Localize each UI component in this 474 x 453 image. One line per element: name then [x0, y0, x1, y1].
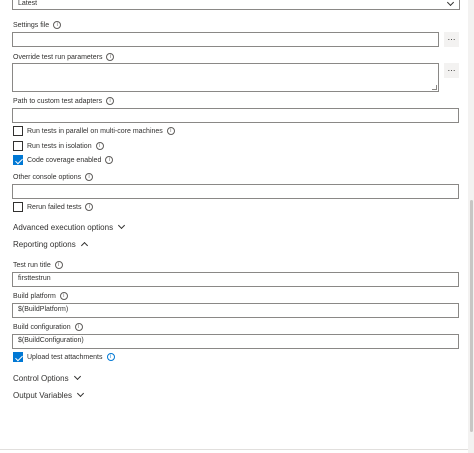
- rerun-checkbox[interactable]: [13, 202, 23, 212]
- build-platform-input[interactable]: $(BuildPlatform): [12, 303, 459, 318]
- upload-attachments-checkbox[interactable]: [13, 352, 23, 362]
- chevron-down-icon: [118, 222, 126, 230]
- isolation-checkbox[interactable]: [13, 141, 23, 151]
- info-icon[interactable]: i: [59, 292, 68, 301]
- custom-adapters-label: Path to custom test adapters i: [13, 97, 115, 106]
- rerun-label: Rerun failed tests i: [27, 203, 94, 212]
- info-icon[interactable]: i: [85, 173, 94, 182]
- chevron-down-icon: [76, 390, 85, 398]
- build-platform-label: Build platform i: [13, 292, 68, 301]
- console-options-label: Other console options i: [13, 173, 94, 182]
- resize-grip-icon[interactable]: [432, 85, 437, 90]
- reporting-options-toggle[interactable]: Reporting options: [13, 240, 88, 250]
- browse-label: …: [447, 64, 456, 73]
- parallel-checkbox[interactable]: [13, 126, 23, 136]
- custom-adapters-input[interactable]: [12, 108, 459, 123]
- isolation-label: Run tests in isolation i: [27, 142, 104, 151]
- isolation-label-text: Run tests in isolation: [27, 143, 92, 150]
- build-platform-value: $(BuildPlatform): [18, 306, 69, 313]
- override-params-label-text: Override test run parameters: [13, 54, 103, 61]
- override-params-label: Override test run parameters i: [13, 53, 115, 62]
- info-icon[interactable]: i: [106, 97, 115, 106]
- chevron-down-icon: [446, 0, 455, 7]
- rerun-label-text: Rerun failed tests: [27, 204, 82, 211]
- version-select[interactable]: Latest: [12, 0, 460, 10]
- settings-file-label-text: Settings file: [13, 22, 50, 29]
- advanced-options-title: Advanced execution options: [13, 223, 114, 232]
- info-icon[interactable]: i: [74, 323, 83, 332]
- build-configuration-label: Build configuration i: [13, 323, 83, 332]
- control-options-title: Control Options: [13, 374, 69, 383]
- coverage-checkbox[interactable]: [13, 155, 23, 165]
- advanced-options-toggle[interactable]: Advanced execution options: [13, 222, 126, 233]
- chevron-up-icon: [80, 242, 88, 250]
- parallel-label: Run tests in parallel on multi-core mach…: [27, 127, 175, 136]
- info-icon[interactable]: i: [166, 127, 175, 136]
- settings-file-label: Settings file i: [13, 21, 62, 30]
- info-icon[interactable]: i: [53, 21, 62, 30]
- override-params-browse-button[interactable]: …: [444, 63, 459, 78]
- console-options-input[interactable]: [12, 184, 459, 199]
- output-variables-toggle[interactable]: Output Variables: [13, 390, 85, 401]
- settings-file-browse-button[interactable]: …: [444, 32, 459, 47]
- test-run-title-label-text: Test run title: [13, 262, 51, 269]
- test-run-title-input[interactable]: firsttestrun: [12, 272, 459, 287]
- panel-bottom-divider: [0, 449, 468, 450]
- coverage-label: Code coverage enabled i: [27, 156, 114, 165]
- chevron-down-icon: [73, 373, 81, 381]
- output-variables-title: Output Variables: [13, 391, 72, 400]
- build-configuration-input[interactable]: $(BuildConfiguration): [12, 334, 459, 349]
- info-icon[interactable]: i: [106, 353, 115, 362]
- test-run-title-label: Test run title i: [13, 261, 63, 270]
- build-configuration-value: $(BuildConfiguration): [18, 337, 84, 344]
- info-icon[interactable]: i: [105, 156, 114, 165]
- upload-attachments-label-text: Upload test attachments: [27, 354, 103, 361]
- custom-adapters-label-text: Path to custom test adapters: [13, 98, 103, 105]
- info-icon[interactable]: i: [95, 142, 104, 151]
- build-configuration-label-text: Build configuration: [13, 324, 71, 331]
- control-options-toggle[interactable]: Control Options: [13, 373, 81, 384]
- coverage-label-text: Code coverage enabled: [27, 157, 102, 164]
- reporting-options-title: Reporting options: [13, 240, 76, 249]
- build-platform-label-text: Build platform: [13, 293, 56, 300]
- info-icon[interactable]: i: [106, 53, 115, 62]
- override-params-textarea[interactable]: [12, 63, 439, 92]
- scrollbar-thumb[interactable]: [470, 200, 473, 432]
- parallel-label-text: Run tests in parallel on multi-core mach…: [27, 128, 163, 135]
- info-icon[interactable]: i: [54, 261, 63, 270]
- test-run-title-value: firsttestrun: [18, 275, 51, 282]
- version-select-value: Latest: [18, 0, 38, 7]
- settings-file-input[interactable]: [12, 32, 439, 47]
- task-settings-panel: Latest Settings file i … Override test ru…: [0, 0, 468, 453]
- console-options-label-text: Other console options: [13, 174, 82, 181]
- upload-attachments-label: Upload test attachments i: [27, 353, 115, 362]
- info-icon[interactable]: i: [85, 203, 94, 212]
- browse-label: …: [447, 33, 456, 42]
